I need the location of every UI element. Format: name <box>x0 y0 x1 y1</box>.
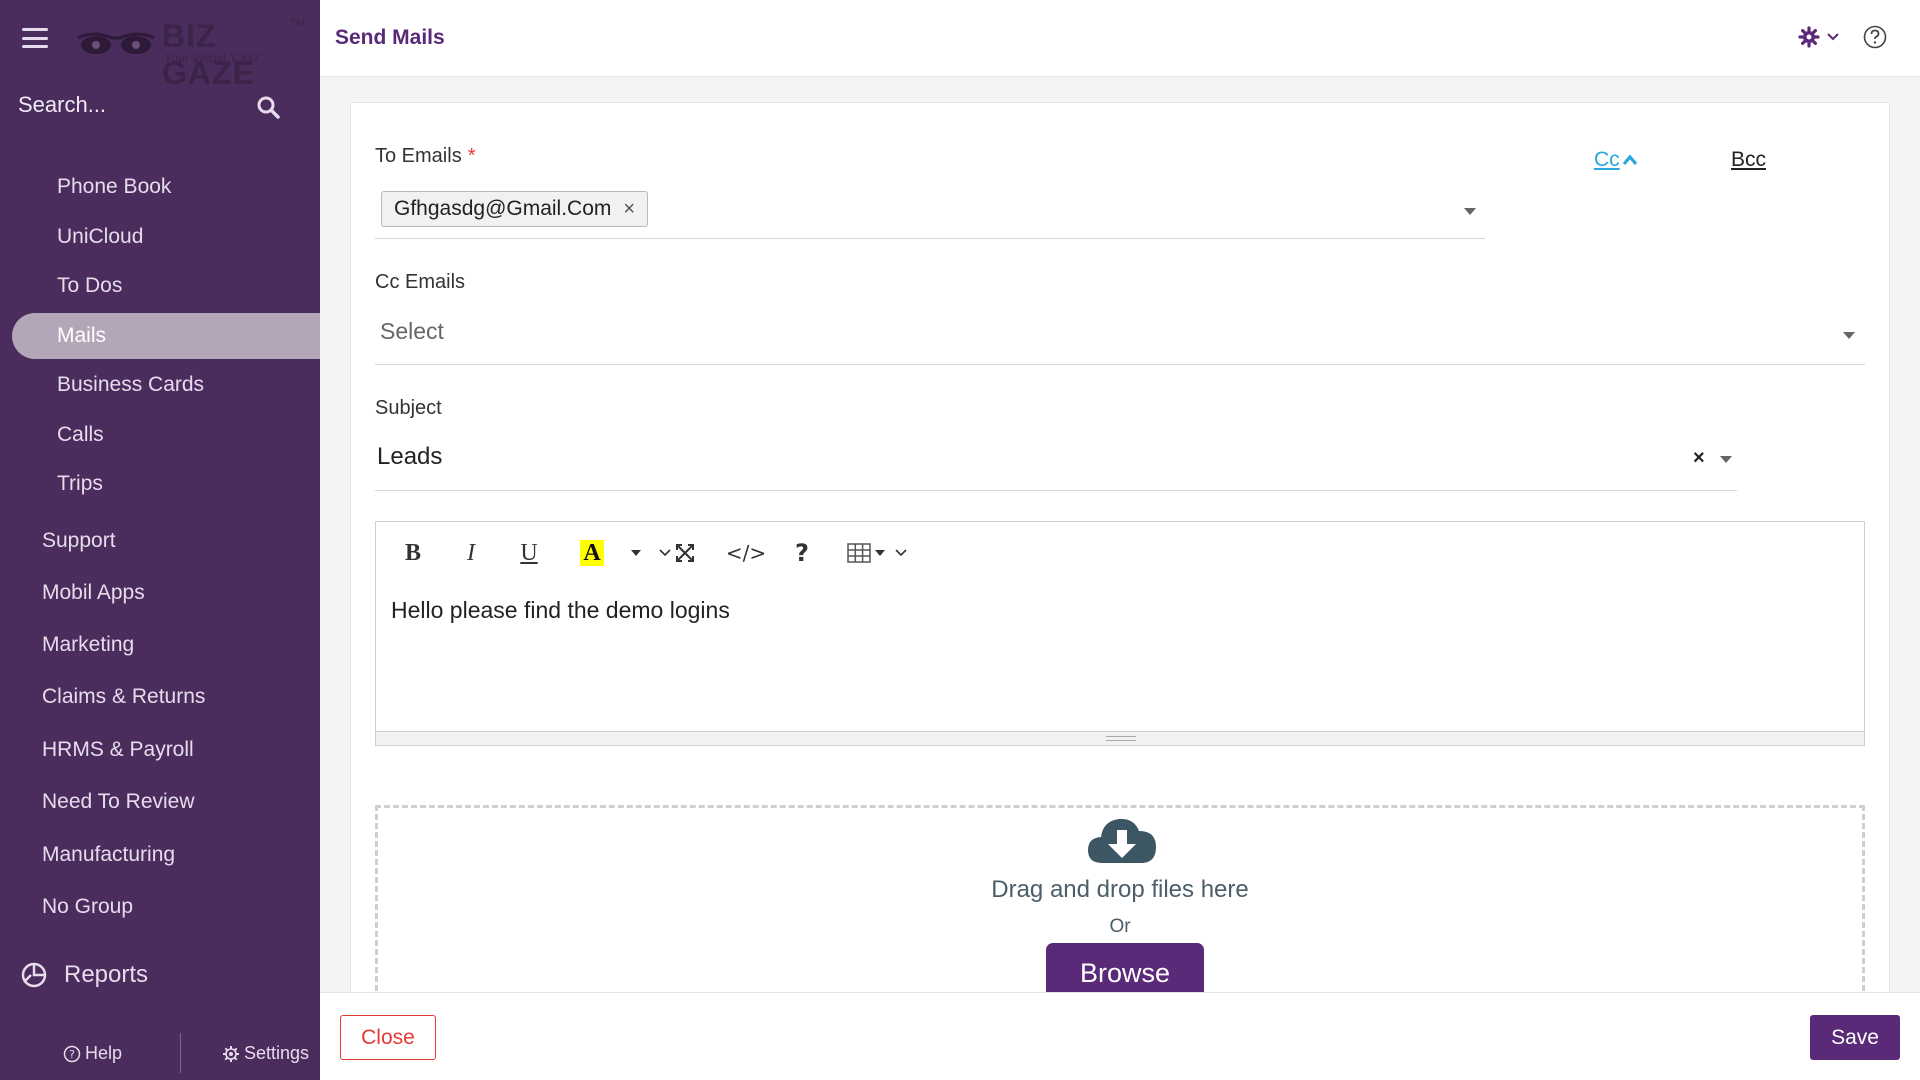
editor-body-text[interactable]: Hello please find the demo logins <box>391 597 730 624</box>
save-button[interactable]: Save <box>1810 1015 1900 1060</box>
editor-toolbar: B I U A </> ? <box>376 522 1864 582</box>
format-dropdown[interactable] <box>658 538 672 568</box>
trademark: TM <box>290 18 305 29</box>
sidebar-item-need-to-review[interactable]: Need To Review <box>12 779 320 825</box>
cloud-download-icon <box>1088 818 1156 863</box>
subject-field[interactable] <box>375 429 1737 491</box>
sidebar-item-claims-returns[interactable]: Claims & Returns <box>12 674 320 720</box>
sidebar-search-input[interactable] <box>18 89 248 121</box>
more-dropdown[interactable] <box>894 538 908 568</box>
editor-resize-handle[interactable] <box>376 731 1864 745</box>
send-mail-form: To Emails * Gfhgasdg@Gmail.Com × Cc Bcc C… <box>350 102 1890 992</box>
table-icon <box>846 543 871 563</box>
sidebar-settings-label: Settings <box>244 1043 310 1063</box>
brand-logo[interactable]: BIZ GAZE TM Your Virtual 'CXO' <box>76 18 305 91</box>
italic-button[interactable]: I <box>456 538 486 568</box>
table-button[interactable] <box>846 538 886 568</box>
sidebar-item-mobil-apps[interactable]: Mobil Apps <box>12 570 320 616</box>
sidebar-footer-divider <box>180 1033 181 1073</box>
sidebar-item-marketing[interactable]: Marketing <box>12 622 320 668</box>
sidebar-item-business-cards[interactable]: Business Cards <box>12 362 320 408</box>
cc-emails-placeholder: Select <box>380 318 444 344</box>
cc-link-label: Cc <box>1594 148 1620 171</box>
svg-text:?: ? <box>69 1048 75 1061</box>
chip-remove-icon[interactable]: × <box>623 198 635 221</box>
highlight-icon: A <box>580 540 604 566</box>
close-button[interactable]: Close <box>340 1015 436 1060</box>
sidebar: BIZ GAZE TM Your Virtual 'CXO' Phone Boo… <box>0 0 320 1080</box>
help-circle-icon: ? <box>63 1045 81 1062</box>
sidebar-item-support[interactable]: Support <box>12 518 320 564</box>
caret-down-icon <box>631 550 641 556</box>
page-header: Send Mails <box>320 0 1920 77</box>
underline-button[interactable]: U <box>514 538 544 568</box>
reports-icon <box>21 962 47 988</box>
form-footer: Close Save <box>320 992 1920 1080</box>
fullscreen-button[interactable] <box>672 538 698 568</box>
sidebar-settings-link[interactable]: Settings <box>222 1043 309 1064</box>
chevron-up-icon <box>1622 154 1637 166</box>
expand-icon <box>676 544 694 562</box>
brand-tagline: Your Virtual 'CXO' <box>164 51 260 65</box>
code-view-button[interactable]: </> <box>726 538 766 568</box>
sidebar-header: BIZ GAZE TM Your Virtual 'CXO' <box>0 0 320 91</box>
cc-toggle-link[interactable]: Cc <box>1594 148 1639 172</box>
file-dropzone[interactable]: Drag and drop files here Or Browse <box>375 805 1865 992</box>
dropzone-text: Drag and drop files here <box>991 876 1249 903</box>
subject-clear-icon[interactable]: × <box>1693 447 1705 470</box>
to-emails-label: To Emails * <box>375 145 476 168</box>
caret-down-icon <box>874 550 885 556</box>
sidebar-search <box>0 75 320 135</box>
chevron-down-icon <box>1827 33 1839 41</box>
subject-label: Subject <box>375 397 442 419</box>
help-button[interactable] <box>1862 24 1888 55</box>
sidebar-item-manufacturing[interactable]: Manufacturing <box>12 832 320 878</box>
glasses-logo-icon <box>77 32 155 54</box>
page-title: Send Mails <box>335 26 445 49</box>
menu-toggle-icon[interactable] <box>22 28 48 48</box>
bold-button[interactable]: B <box>398 538 428 568</box>
gear-icon <box>1798 26 1820 48</box>
email-chip-label: Gfhgasdg@Gmail.Com <box>394 197 612 220</box>
sidebar-reports-label: Reports <box>64 961 149 988</box>
dropzone-or: Or <box>1109 916 1131 937</box>
to-emails-label-text: To Emails <box>375 145 462 167</box>
main-content: To Emails * Gfhgasdg@Gmail.Com × Cc Bcc C… <box>320 77 1920 992</box>
cc-emails-field[interactable] <box>375 303 1865 365</box>
rich-text-editor: B I U A </> ? Hello please find the demo… <box>375 521 1865 746</box>
browse-button[interactable]: Browse <box>1046 943 1204 992</box>
bcc-toggle-link[interactable]: Bcc <box>1731 148 1766 172</box>
sidebar-help-link[interactable]: ? Help <box>63 1043 122 1064</box>
help-button[interactable]: ? <box>790 538 814 568</box>
highlight-button[interactable]: A <box>578 538 606 568</box>
cc-emails-label: Cc Emails <box>375 271 466 293</box>
resize-grip-icon <box>1106 736 1136 741</box>
sidebar-item-to-dos[interactable]: To Dos <box>12 263 320 309</box>
sidebar-footer: ? Help Settings <box>0 1025 320 1080</box>
highlight-color-dropdown[interactable] <box>628 538 644 568</box>
chevron-down-icon <box>895 549 907 557</box>
sidebar-item-trips[interactable]: Trips <box>12 461 320 507</box>
settings-dropdown[interactable] <box>1798 26 1840 48</box>
sidebar-item-no-group[interactable]: No Group <box>12 884 320 930</box>
sidebar-help-label: Help <box>85 1043 123 1063</box>
subject-value: Leads <box>377 443 443 470</box>
sidebar-item-phone-book[interactable]: Phone Book <box>12 164 320 210</box>
sidebar-item-mails[interactable]: Mails <box>12 313 320 359</box>
sidebar-item-hrms-payroll[interactable]: HRMS & Payroll <box>12 727 320 773</box>
help-circle-icon <box>1863 25 1887 49</box>
required-mark: * <box>467 145 476 167</box>
cc-emails-dropdown-caret-icon[interactable] <box>1843 332 1855 339</box>
sidebar-item-reports[interactable]: Reports <box>20 955 148 995</box>
chevron-down-icon <box>659 549 671 557</box>
search-icon[interactable] <box>256 95 280 119</box>
email-chip: Gfhgasdg@Gmail.Com × <box>381 191 649 227</box>
subject-dropdown-caret-icon[interactable] <box>1720 456 1732 463</box>
gear-icon <box>223 1045 239 1062</box>
sidebar-item-unicloud[interactable]: UniCloud <box>12 214 320 260</box>
sidebar-item-calls[interactable]: Calls <box>12 412 320 458</box>
to-emails-dropdown-caret-icon[interactable] <box>1464 208 1476 215</box>
